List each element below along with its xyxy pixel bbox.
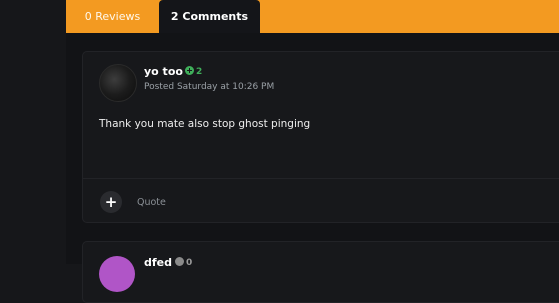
comment-author[interactable]: dfed bbox=[144, 256, 172, 269]
comment-card: yo too 2 Posted Saturday at 10:26 PM Tha… bbox=[82, 51, 559, 223]
plus-circle-icon bbox=[185, 66, 194, 75]
reputation-count: 2 bbox=[196, 67, 203, 77]
tab-reviews[interactable]: 0 Reviews bbox=[66, 0, 159, 33]
post-timestamp[interactable]: Posted Saturday at 10:26 PM bbox=[144, 82, 274, 92]
reputation-badge: 2 bbox=[185, 66, 202, 77]
avatar[interactable] bbox=[99, 64, 137, 102]
comment-card: dfed 0 bbox=[82, 241, 559, 303]
add-reaction-button[interactable]: + bbox=[100, 191, 122, 213]
tab-bar: 0 Reviews 2 Comments bbox=[66, 0, 559, 33]
comments-panel: yo too 2 Posted Saturday at 10:26 PM Tha… bbox=[66, 33, 559, 303]
comment-author[interactable]: yo too bbox=[144, 65, 183, 78]
comment-body: Thank you mate also stop ghost pinging bbox=[99, 118, 311, 130]
reputation-count: 0 bbox=[186, 258, 193, 268]
left-gutter bbox=[0, 0, 66, 264]
tab-comments[interactable]: 2 Comments bbox=[159, 0, 260, 33]
avatar[interactable] bbox=[99, 256, 135, 292]
reputation-badge: 0 bbox=[175, 257, 192, 268]
divider bbox=[83, 178, 559, 179]
quote-button[interactable]: Quote bbox=[137, 197, 166, 208]
neutral-circle-icon bbox=[175, 257, 184, 266]
